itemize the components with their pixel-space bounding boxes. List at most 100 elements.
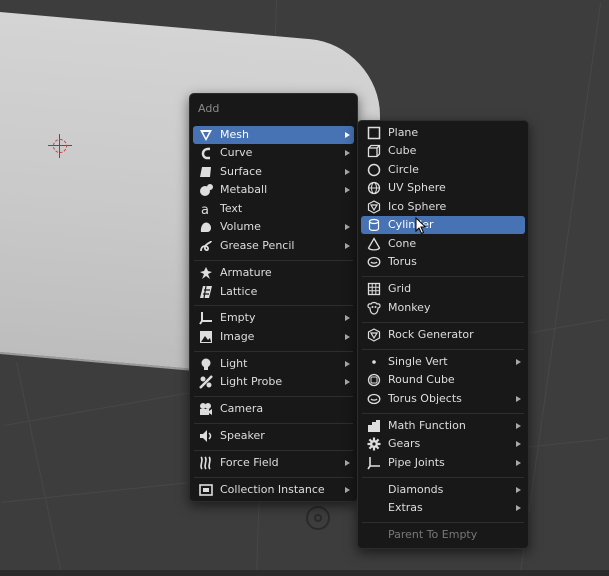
menu-item-extras[interactable]: Extras	[361, 499, 525, 517]
menu-item-cone[interactable]: Cone	[361, 235, 525, 253]
curve-icon	[201, 147, 211, 160]
camera-icon	[200, 403, 212, 415]
speaker-icon	[200, 430, 212, 442]
menu-item-label: Camera	[220, 402, 264, 415]
gear-icon	[367, 437, 381, 451]
grid-icon	[367, 282, 381, 296]
grid-line	[16, 362, 65, 576]
menu-item-cylinder[interactable]: Cylinder	[361, 216, 525, 234]
cube-icon	[367, 144, 381, 158]
menu-item-diamonds[interactable]: Diamonds	[361, 481, 525, 499]
menu-item-grease-pencil[interactable]: Grease Pencil	[193, 237, 354, 255]
rock-icon	[367, 328, 381, 342]
menu-item-label: Volume	[220, 220, 261, 233]
menu-item-label: Math Function	[388, 419, 466, 432]
menu-item-grid[interactable]: Grid	[361, 280, 525, 298]
add-menu: Add Mesh Curve Surface Metaball a Text V…	[189, 93, 358, 502]
menu-item-label: Surface	[220, 165, 262, 178]
menu-item-label: Force Field	[220, 456, 279, 469]
menu-item-label: Parent To Empty	[388, 528, 478, 541]
menu-item-mesh[interactable]: Mesh	[193, 126, 354, 144]
menu-item-torus[interactable]: Torus	[361, 253, 525, 271]
menu-separator	[194, 351, 353, 352]
menu-item-lattice[interactable]: Lattice	[193, 283, 354, 301]
menu-item-math-function[interactable]: Math Function	[361, 417, 525, 435]
menu-item-label: Text	[220, 202, 243, 215]
menu-item-rock-generator[interactable]: Rock Generator	[361, 326, 525, 344]
cone-icon	[367, 237, 381, 251]
menu-item-label: Collection Instance	[220, 483, 325, 496]
force-field-icon	[200, 456, 211, 470]
menu-separator	[194, 396, 353, 397]
submenu-arrow-icon	[345, 169, 350, 175]
menu-item-light[interactable]: Light	[193, 355, 354, 373]
menu-item-circle[interactable]: Circle	[361, 161, 525, 179]
menu-item-label: Torus Objects	[388, 392, 462, 405]
menu-item-label: Speaker	[220, 429, 265, 442]
uv-sphere-icon	[367, 181, 381, 195]
submenu-arrow-icon	[345, 379, 350, 385]
speaker-gizmo-icon	[306, 506, 330, 530]
menu-item-plane[interactable]: Plane	[361, 124, 525, 142]
menu-item-single-vert[interactable]: Single Vert	[361, 353, 525, 371]
empty-icon	[199, 312, 212, 325]
menu-item-label: Gears	[388, 437, 421, 450]
menu-item-label: Grease Pencil	[220, 239, 295, 252]
menu-item-monkey[interactable]: Monkey	[361, 299, 525, 317]
menu-separator	[362, 413, 524, 414]
menu-item-image[interactable]: Image	[193, 328, 354, 346]
menu-separator	[362, 522, 524, 523]
grease-pencil-icon	[200, 240, 212, 252]
submenu-arrow-icon	[516, 505, 521, 511]
submenu-arrow-icon	[345, 361, 350, 367]
submenu-arrow-icon	[516, 460, 521, 466]
submenu-arrow-icon	[345, 132, 350, 138]
menu-item-cube[interactable]: Cube	[361, 142, 525, 160]
menu-item-volume[interactable]: Volume	[193, 218, 354, 236]
menu-item-pipe-joints[interactable]: Pipe Joints	[361, 454, 525, 472]
submenu-arrow-icon	[345, 334, 350, 340]
menu-item-label: Circle	[388, 163, 419, 176]
menu-item-light-probe[interactable]: Light Probe	[193, 373, 354, 391]
menu-item-label: Mesh	[220, 128, 249, 141]
menu-item-uv-sphere[interactable]: UV Sphere	[361, 179, 525, 197]
submenu-arrow-icon	[345, 150, 350, 156]
menu-item-label: Lattice	[220, 285, 258, 298]
mouse-cursor-icon	[415, 217, 427, 235]
menu-item-collection-instance[interactable]: Collection Instance	[193, 481, 354, 499]
mesh-submenu: Plane Cube Circle UV Sphere Ico Sphere C…	[357, 120, 529, 549]
menu-title: Add	[198, 102, 220, 115]
menu-item-curve[interactable]: Curve	[193, 144, 354, 162]
math-function-icon	[368, 420, 380, 432]
submenu-arrow-icon	[345, 460, 350, 466]
submenu-arrow-icon	[516, 441, 521, 447]
menu-item-label: Extras	[388, 501, 423, 514]
menu-separator	[362, 276, 524, 277]
menu-item-round-cube[interactable]: Round Cube	[361, 371, 525, 389]
menu-item-force-field[interactable]: Force Field	[193, 454, 354, 472]
menu-item-label: UV Sphere	[388, 181, 446, 194]
menu-item-label: Light	[220, 357, 248, 370]
menu-item-metaball[interactable]: Metaball	[193, 181, 354, 199]
round-cube-icon	[367, 373, 381, 387]
menu-item-camera[interactable]: Camera	[193, 400, 354, 418]
torus-objects-icon	[367, 393, 381, 405]
submenu-arrow-icon	[345, 224, 350, 230]
menu-item-label: Cube	[388, 144, 417, 157]
menu-item-armature[interactable]: Armature	[193, 264, 354, 282]
monkey-icon	[367, 301, 381, 315]
menu-item-label: Diamonds	[388, 483, 444, 496]
menu-item-text[interactable]: a Text	[193, 200, 354, 218]
menu-item-gears[interactable]: Gears	[361, 435, 525, 453]
plane-icon	[367, 126, 381, 140]
surface-icon	[200, 167, 211, 177]
menu-item-empty[interactable]: Empty	[193, 309, 354, 327]
torus-icon	[367, 256, 381, 268]
menu-item-surface[interactable]: Surface	[193, 163, 354, 181]
menu-item-speaker[interactable]: Speaker	[193, 427, 354, 445]
menu-separator	[362, 477, 524, 478]
menu-item-torus-objects[interactable]: Torus Objects	[361, 390, 525, 408]
menu-item-ico-sphere[interactable]: Ico Sphere	[361, 198, 525, 216]
menu-item-label: Rock Generator	[388, 328, 474, 341]
circle-icon	[367, 163, 381, 177]
